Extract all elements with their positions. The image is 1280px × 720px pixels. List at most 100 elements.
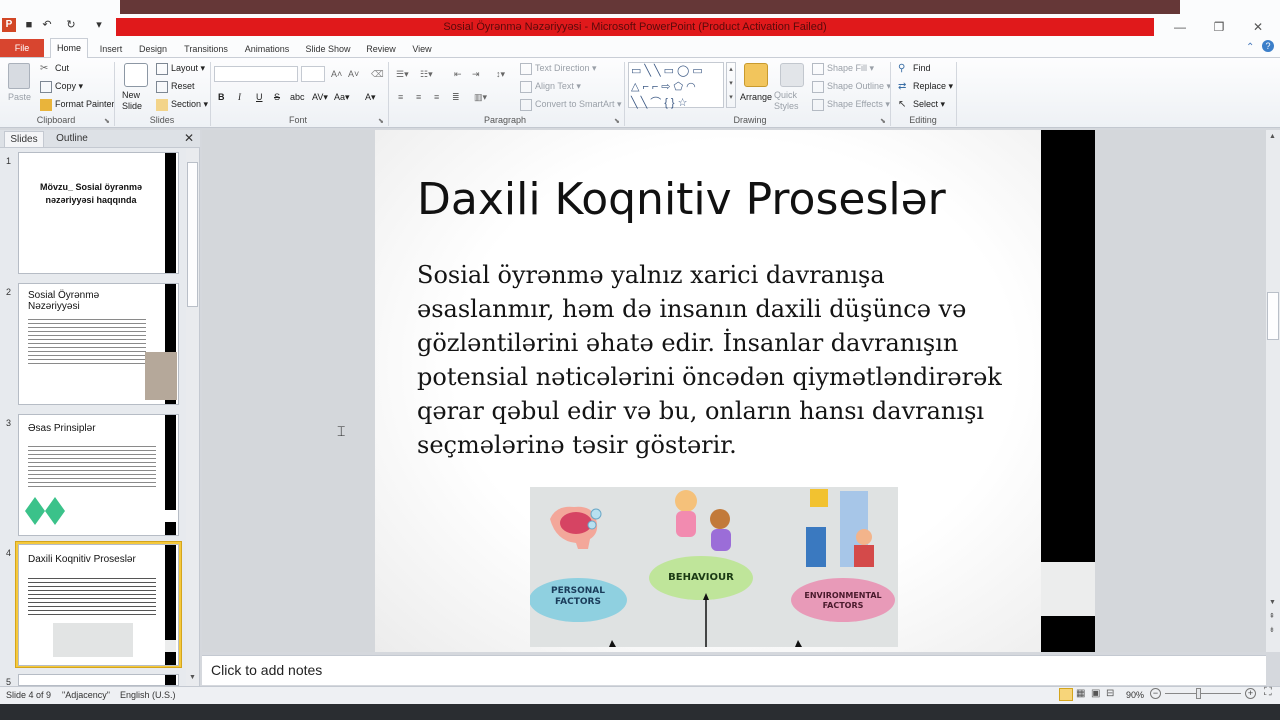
shape-fill-button[interactable]: Shape Fill ▾ <box>812 61 874 75</box>
normal-view-icon[interactable] <box>1059 688 1073 701</box>
slide-canvas[interactable]: Daxili Koqnitiv Proseslər Sosial öyrənmə… <box>375 130 1095 652</box>
zoom-slider-track[interactable] <box>1165 693 1241 694</box>
tab-design[interactable]: Design <box>135 40 171 58</box>
italic-button[interactable]: I <box>238 90 241 104</box>
scroll-down-icon[interactable]: ▼ <box>1269 599 1276 606</box>
shape-effects-button[interactable]: Shape Effects ▾ <box>812 97 890 111</box>
font-size-combo[interactable] <box>301 66 325 82</box>
shrink-font-icon[interactable]: A˅ <box>348 67 359 81</box>
align-left-icon[interactable]: ≡ <box>398 90 403 104</box>
slide-thumbnail-3[interactable]: Əsas Prinsiplər <box>18 414 179 536</box>
slide-scrollbar[interactable] <box>1266 130 1280 652</box>
help-icon[interactable]: ? <box>1262 40 1274 52</box>
arrange-button[interactable]: Arrange <box>740 90 772 104</box>
select-button[interactable]: ↖ Select ▾ <box>898 97 945 111</box>
quick-access-customize-icon[interactable]: ▾ <box>92 18 106 32</box>
shape-outline-button[interactable]: Shape Outline ▾ <box>812 79 891 93</box>
underline-button[interactable]: U <box>256 90 263 104</box>
quick-styles-button[interactable]: Quick Styles <box>774 90 806 111</box>
font-launcher-icon[interactable]: ⬊ <box>378 117 384 125</box>
zoom-in-icon[interactable]: + <box>1245 688 1256 699</box>
tab-view[interactable]: View <box>408 40 436 58</box>
justify-icon[interactable]: ≣ <box>452 90 460 104</box>
slides-panel-scroll-thumb[interactable] <box>187 162 198 307</box>
zoom-slider-thumb[interactable] <box>1196 688 1201 699</box>
text-direction-button[interactable]: Text Direction ▾ <box>520 61 597 75</box>
find-button[interactable]: ⚲ Find <box>898 61 931 75</box>
fit-to-window-icon[interactable]: ⛶ <box>1264 686 1272 699</box>
tab-insert[interactable]: Insert <box>95 40 127 58</box>
next-slide-icon[interactable]: ⇟ <box>1269 626 1275 634</box>
close-icon[interactable]: ✕ <box>1244 18 1272 36</box>
align-right-icon[interactable]: ≡ <box>434 90 439 104</box>
bold-button[interactable]: B <box>218 90 225 104</box>
zoom-out-icon[interactable]: − <box>1150 688 1161 699</box>
save-icon[interactable]: ■ <box>22 18 36 32</box>
slide-sorter-view-icon[interactable]: ▦ <box>1076 688 1085 699</box>
scroll-down-icon[interactable]: ▼ <box>189 674 196 681</box>
character-spacing-icon[interactable]: AV▾ <box>312 90 328 104</box>
slide-thumbnail-1[interactable]: Mövzu_ Sosial öyrənmə nəzəriyyəsi haqqın… <box>18 152 179 274</box>
slide-body-text[interactable]: Sosial öyrənmə yalnız xarici davranışa ə… <box>417 258 1017 462</box>
drawing-launcher-icon[interactable]: ⬊ <box>880 117 886 125</box>
slide-scroll-thumb[interactable] <box>1267 292 1279 340</box>
redo-icon[interactable]: ↻ <box>64 18 78 32</box>
font-color-icon[interactable]: A▾ <box>365 90 376 104</box>
line-spacing-icon[interactable]: ↕▾ <box>496 67 505 81</box>
replace-button[interactable]: ⇄ Replace ▾ <box>898 79 953 93</box>
decrease-indent-icon[interactable]: ⇤ <box>454 67 462 81</box>
powerpoint-logo-icon[interactable]: P <box>2 18 16 32</box>
shapes-gallery-scroll[interactable]: ▴ ▾ ▾ <box>726 62 736 108</box>
font-name-combo[interactable] <box>214 66 298 82</box>
increase-indent-icon[interactable]: ⇥ <box>472 67 480 81</box>
bullets-icon[interactable]: ☰▾ <box>396 67 409 81</box>
tab-file[interactable]: File <box>0 39 44 57</box>
reset-button[interactable]: Reset <box>156 79 195 93</box>
slide-show-view-icon[interactable]: ⊟ <box>1106 688 1114 699</box>
change-case-icon[interactable]: Aa▾ <box>334 90 350 104</box>
shapes-gallery[interactable]: ▭╲╲▭◯▭ △⌐⌐⇨⬠◠ ╲╲⌒{}☆ <box>628 62 724 109</box>
align-text-button[interactable]: Align Text ▾ <box>520 79 581 93</box>
restore-icon[interactable]: ❐ <box>1205 18 1233 36</box>
shadow-button[interactable]: abc <box>290 90 305 104</box>
tab-animations[interactable]: Animations <box>240 40 294 58</box>
tab-slide-show[interactable]: Slide Show <box>302 40 354 58</box>
tab-home[interactable]: Home <box>50 38 88 59</box>
previous-slide-icon[interactable]: ⇞ <box>1269 612 1275 620</box>
tab-review[interactable]: Review <box>362 40 400 58</box>
close-panel-icon[interactable]: ✕ <box>184 131 194 145</box>
notes-pane[interactable]: Click to add notes <box>202 655 1266 685</box>
paste-button[interactable]: Paste <box>8 90 31 104</box>
layout-button[interactable]: Layout ▾ <box>156 61 205 75</box>
slide-thumbnail-2[interactable]: Sosial Öyrənmə Nəzəriyyəsi <box>18 283 179 405</box>
scroll-up-icon[interactable]: ▲ <box>1269 133 1276 140</box>
format-painter-button[interactable]: Format Painter <box>40 97 115 111</box>
convert-smartart-button[interactable]: Convert to SmartArt ▾ <box>520 97 622 111</box>
reading-view-icon[interactable]: ▣ <box>1091 688 1100 699</box>
arrange-icon[interactable] <box>744 63 768 87</box>
undo-icon[interactable]: ↶ <box>40 18 54 32</box>
new-slide-icon[interactable] <box>124 63 148 87</box>
cut-button[interactable]: ✂ Cut <box>40 61 69 75</box>
zoom-level[interactable]: 90% <box>1126 690 1144 700</box>
slide-thumbnail-4[interactable]: Daxili Koqnitiv Proseslər <box>18 544 179 666</box>
new-slide-button[interactable]: New Slide <box>122 90 152 111</box>
strikethrough-button[interactable]: S <box>274 90 280 104</box>
tab-outline[interactable]: Outline <box>48 131 96 147</box>
copy-button[interactable]: Copy ▾ <box>40 79 83 93</box>
paragraph-launcher-icon[interactable]: ⬊ <box>614 117 620 125</box>
slide-thumbnail-5[interactable] <box>18 674 179 686</box>
columns-icon[interactable]: ▥▾ <box>474 90 487 104</box>
theme-indicator[interactable]: "Adjacency" <box>62 690 110 700</box>
section-button[interactable]: Section ▾ <box>156 97 208 111</box>
minimize-ribbon-icon[interactable]: ⌃ <box>1246 42 1254 53</box>
align-center-icon[interactable]: ≡ <box>416 90 421 104</box>
tab-slides[interactable]: Slides <box>4 131 44 147</box>
language-indicator[interactable]: English (U.S.) <box>120 690 176 700</box>
tab-transitions[interactable]: Transitions <box>180 40 232 58</box>
clear-formatting-icon[interactable]: ⌫ <box>371 67 384 81</box>
slide-diagram-image[interactable]: PERSONAL FACTORS BEHAVIOUR ENVIRONMENTAL… <box>529 487 898 647</box>
numbering-icon[interactable]: ☷▾ <box>420 67 433 81</box>
quick-styles-icon[interactable] <box>780 63 804 87</box>
slide-title[interactable]: Daxili Koqnitiv Proseslər <box>417 174 1037 225</box>
